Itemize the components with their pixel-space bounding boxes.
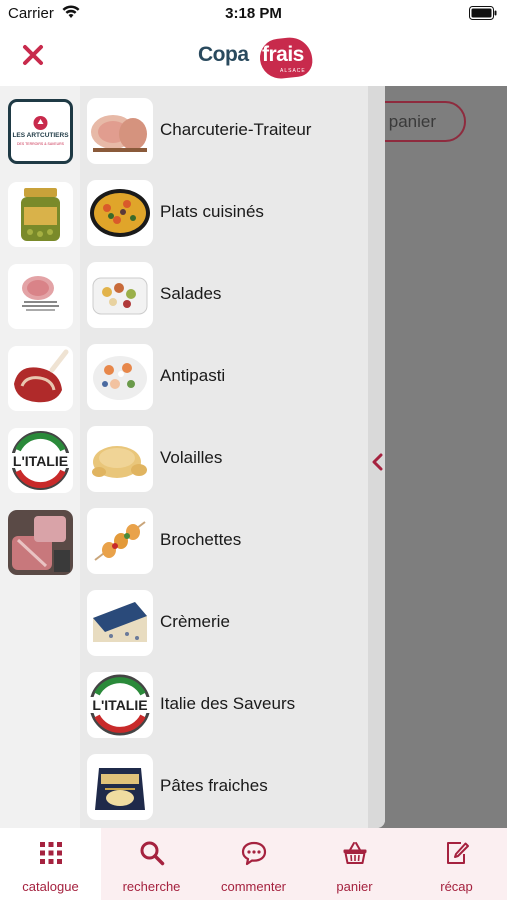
- cheese-icon: [87, 590, 153, 656]
- pasta-icon: [87, 754, 153, 820]
- tab-panier[interactable]: panier: [304, 828, 405, 900]
- category-item-antipasti[interactable]: Antipasti: [87, 344, 367, 412]
- category-label: Antipasti: [160, 366, 226, 385]
- search-icon: [140, 841, 165, 866]
- brand-column: LES ARTCUTIERS DES TERROIRS & SAVEURS L'…: [0, 86, 80, 828]
- tab-bar: catalogue recherche commenter panier réc…: [0, 828, 507, 900]
- category-item-charcuterie-traiteur[interactable]: Charcuterie-Traiteur: [87, 98, 367, 166]
- ham-pack-icon: [22, 276, 59, 311]
- logo-subtitle: ALSACE: [280, 68, 306, 74]
- logo-text-left: Copa: [198, 43, 249, 66]
- category-item-plats-cuisines[interactable]: Plats cuisinés: [87, 180, 367, 248]
- meat-counter-icon: [8, 510, 73, 575]
- italie-logo-text: L'ITALIE: [12, 453, 69, 469]
- category-label: Salades: [160, 284, 222, 303]
- tab-label: commenter: [220, 879, 287, 894]
- tab-label: catalogue: [22, 879, 79, 894]
- category-label: Brochettes: [160, 530, 242, 549]
- category-label: Plats cuisinés: [160, 202, 264, 221]
- category-item-salades[interactable]: Salades: [87, 262, 367, 330]
- tab-commenter[interactable]: commenter: [203, 828, 304, 900]
- paella-icon: [87, 180, 153, 246]
- status-bar: Carrier 3:18 PM: [0, 0, 507, 28]
- italie-icon: L'ITALIE: [87, 672, 153, 738]
- tab-label: panier: [336, 879, 373, 894]
- category-label: Italie des Saveurs: [160, 694, 296, 713]
- italie-badge-text: L'ITALIE: [92, 697, 148, 713]
- brand-tile-jar[interactable]: [8, 182, 73, 247]
- copafrais-logo: Copa frais ALSACE: [198, 35, 314, 81]
- category-label: Charcuterie-Traiteur: [160, 120, 312, 139]
- category-label: Pâtes fraiches: [160, 776, 268, 795]
- tab-catalogue[interactable]: catalogue: [0, 828, 101, 900]
- category-item-italie-des-saveurs[interactable]: L'ITALIE Italie des Saveurs: [87, 672, 367, 740]
- meat-rib-icon: [14, 349, 69, 403]
- salad-icon: [87, 262, 153, 328]
- category-label: Volailles: [160, 448, 223, 467]
- brand-tile-les-artcutiers[interactable]: LES ARTCUTIERS DES TERROIRS & SAVEURS: [8, 99, 73, 164]
- tab-recap[interactable]: récap: [406, 828, 507, 900]
- battery-icon: [469, 6, 497, 20]
- chat-icon: [241, 841, 267, 866]
- brand-tile-ham-pack[interactable]: [8, 264, 73, 329]
- close-icon[interactable]: [20, 42, 46, 68]
- app-header: Copa frais ALSACE: [0, 28, 507, 86]
- chicken-icon: [87, 426, 153, 492]
- tab-label: recherche: [122, 879, 181, 894]
- brand-tile-meat-counter[interactable]: [8, 510, 73, 575]
- category-label: Crèmerie: [160, 612, 230, 631]
- antipasti-icon: [87, 344, 153, 410]
- clock: 3:18 PM: [225, 5, 282, 22]
- ham-icon: [87, 98, 153, 164]
- grid-icon: [40, 842, 62, 864]
- category-drawer: LES ARTCUTIERS DES TERROIRS & SAVEURS L'…: [0, 86, 385, 828]
- category-item-pates-fraiches[interactable]: Pâtes fraiches: [87, 754, 367, 822]
- edit-icon: [447, 842, 469, 864]
- category-item-brochettes[interactable]: Brochettes: [87, 508, 367, 576]
- skewer-icon: [87, 508, 153, 574]
- brand-name: LES ARTCUTIERS: [12, 132, 69, 139]
- logo-text-right: frais: [262, 43, 304, 66]
- category-item-volailles[interactable]: Volailles: [87, 426, 367, 494]
- jar-icon: [21, 188, 60, 241]
- tab-label: récap: [440, 879, 473, 894]
- basket-icon: [343, 842, 367, 864]
- brand-subtitle: DES TERROIRS & SAVEURS: [17, 142, 64, 146]
- category-item-cremerie[interactable]: Crèmerie: [87, 590, 367, 658]
- brand-tile-meat-rib[interactable]: [8, 346, 73, 411]
- tab-recherche[interactable]: recherche: [101, 828, 202, 900]
- chevron-left-icon[interactable]: [370, 452, 384, 472]
- brand-tile-italie[interactable]: L'ITALIE: [8, 428, 73, 493]
